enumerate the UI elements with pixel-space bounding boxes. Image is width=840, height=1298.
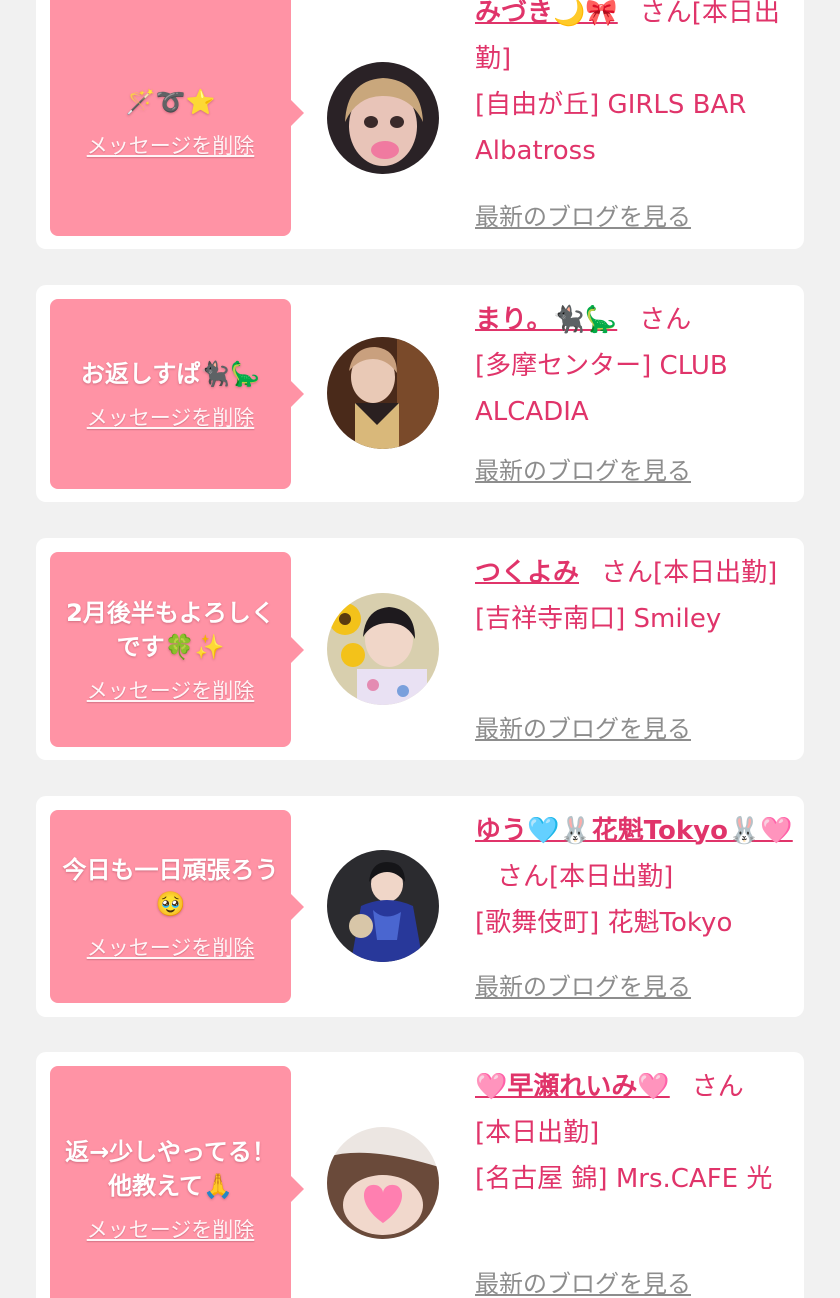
avatar-photo-icon [327,337,439,449]
message-card: 2月後半もよろしくです🍀✨ メッセージを削除 つくよみ さん[本日出勤] [吉祥寺… [36,538,804,760]
message-list: 🪄➰⭐️ メッセージを削除 みづき🌙🎀 さん[本日出勤] [自由が丘] GIRLS… [0,0,840,1298]
cast-info: 🩷早瀬れいみ🩷 さん [本日出勤] [名古屋 錦] Mrs.CAFE 光 [475,1064,793,1202]
delete-message-link[interactable]: メッセージを削除 [87,935,255,961]
latest-blog-link[interactable]: 最新のブログを見る [475,709,691,744]
delete-message-link[interactable]: メッセージを削除 [87,133,255,159]
message-card: 🪄➰⭐️ メッセージを削除 みづき🌙🎀 さん[本日出勤] [自由が丘] GIRLS… [36,0,804,249]
delete-message-link[interactable]: メッセージを削除 [87,1217,255,1243]
latest-blog-link[interactable]: 最新のブログを見る [475,967,691,1002]
cast-name-link[interactable]: ゆう🩵🐰花魁Tokyo🐰🩷 [475,816,793,846]
area-shop: [多摩センター] CLUB ALCADIA [475,351,728,427]
cast-info: みづき🌙🎀 さん[本日出勤] [自由が丘] GIRLS BAR Albatross [475,0,793,174]
area-shop: [名古屋 錦] Mrs.CAFE 光 [475,1164,773,1194]
delete-message-link[interactable]: メッセージを削除 [87,678,255,704]
message-text: お返しすぱ🐈‍⬛🦕 [80,360,261,388]
cast-info: ゆう🩵🐰花魁Tokyo🐰🩷 さん[本日出勤] [歌舞伎町] 花魁Tokyo [475,808,793,946]
work-status: [本日出勤] [549,862,674,892]
area-shop: [歌舞伎町] 花魁Tokyo [475,908,733,938]
cast-name-link[interactable]: つくよみ [475,558,579,588]
honorific: さん [601,558,654,588]
latest-blog-link[interactable]: 最新のブログを見る [475,451,691,486]
honorific: さん [691,1072,744,1102]
message-text: 🪄➰⭐️ [125,88,216,116]
message-text: 2月後半もよろしくです🍀✨ [66,598,275,661]
message-text: 今日も一日頑張ろう🥹 [62,855,279,918]
latest-blog-link[interactable]: 最新のブログを見る [475,197,691,232]
area-shop: [吉祥寺南口] Smiley [475,604,722,634]
work-status: [本日出勤] [653,558,778,588]
cast-name-link[interactable]: まり。🐈‍⬛🦕 [475,305,617,335]
avatar[interactable] [327,593,439,705]
avatar-photo-icon [327,850,439,962]
avatar-photo-icon [327,62,439,174]
message-card: 返→少しやってる！他教えて🙏 メッセージを削除 🩷早瀬れいみ🩷 さん [本日出勤]… [36,1052,804,1298]
message-card: 今日も一日頑張ろう🥹 メッセージを削除 ゆう🩵🐰花魁Tokyo🐰🩷 さん[本日出勤… [36,796,804,1017]
honorific: さん [639,305,692,335]
latest-blog-link[interactable]: 最新のブログを見る [475,1264,691,1298]
cast-info: つくよみ さん[本日出勤] [吉祥寺南口] Smiley [475,550,793,642]
avatar[interactable] [327,337,439,449]
message-bubble: 今日も一日頑張ろう🥹 メッセージを削除 [50,810,304,1003]
message-bubble: 返→少しやってる！他教えて🙏 メッセージを削除 [50,1066,304,1298]
avatar-photo-icon [327,1127,439,1239]
cast-name-link[interactable]: みづき🌙🎀 [475,0,618,28]
message-card: お返しすぱ🐈‍⬛🦕 メッセージを削除 まり。🐈‍⬛🦕 さん [多摩センター] CL… [36,285,804,502]
message-bubble: 2月後半もよろしくです🍀✨ メッセージを削除 [50,552,304,747]
avatar[interactable] [327,62,439,174]
honorific: さん [639,0,692,28]
avatar[interactable] [327,1127,439,1239]
message-bubble: お返しすぱ🐈‍⬛🦕 メッセージを削除 [50,299,304,489]
avatar[interactable] [327,850,439,962]
message-text: 返→少しやってる！他教えて🙏 [65,1138,276,1200]
cast-name-link[interactable]: 🩷早瀬れいみ🩷 [475,1072,670,1102]
delete-message-link[interactable]: メッセージを削除 [87,405,255,431]
work-status: [本日出勤] [475,1118,600,1148]
avatar-photo-icon [327,593,439,705]
message-bubble: 🪄➰⭐️ メッセージを削除 [50,0,304,236]
cast-info: まり。🐈‍⬛🦕 さん [多摩センター] CLUB ALCADIA [475,297,793,435]
area-shop: [自由が丘] GIRLS BAR Albatross [475,90,747,166]
honorific: さん [497,862,550,892]
